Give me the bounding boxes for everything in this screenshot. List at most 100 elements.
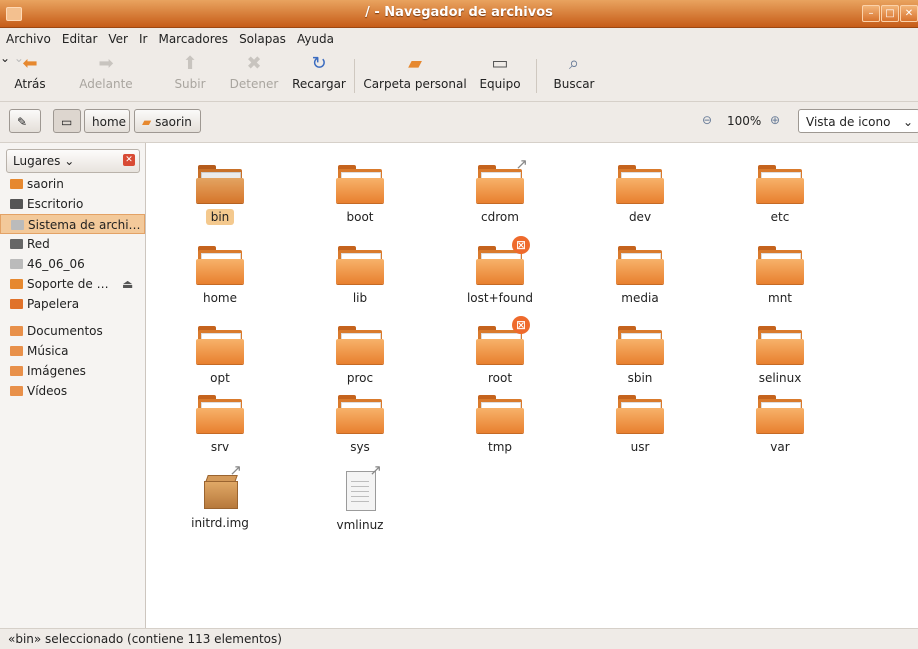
home-folder-icon: ▰: [408, 53, 422, 74]
zoom-level[interactable]: 100%: [727, 114, 761, 128]
file-label: selinux: [758, 371, 802, 385]
file-item[interactable]: sbin: [580, 326, 700, 386]
file-item[interactable]: selinux: [720, 326, 840, 386]
forward-arrow-icon: ➡: [98, 53, 114, 74]
file-label: root: [487, 371, 513, 385]
status-bar: «bin» seleccionado (contiene 113 element…: [0, 628, 918, 648]
stop-label: Detener: [229, 77, 279, 91]
file-item[interactable]: ↗ initrd.img: [160, 461, 280, 531]
chevron-down-icon: ⌄: [64, 154, 75, 168]
root-crumb-button[interactable]: ▭: [53, 109, 81, 133]
file-label: sbin: [627, 371, 653, 385]
file-item[interactable]: var: [720, 395, 840, 455]
sidebar-item-imagenes[interactable]: Imágenes: [0, 361, 145, 381]
symlink-emblem-icon: ↗: [369, 461, 382, 479]
stop-button[interactable]: ✖ Detener: [226, 54, 282, 92]
home-folder-label: Carpeta personal: [363, 77, 467, 91]
view-mode-label: Vista de icono: [806, 115, 891, 129]
folder-icon: [616, 165, 664, 203]
file-item[interactable]: media: [580, 246, 700, 306]
home-folder-button[interactable]: ▰ Carpeta personal: [362, 53, 468, 92]
close-button[interactable]: ✕: [900, 5, 918, 22]
sidebar-item-soporte[interactable]: Soporte de … ⏏: [0, 274, 145, 294]
crumb-home-button[interactable]: home: [84, 109, 130, 133]
close-sidebar-icon[interactable]: ✕: [123, 154, 135, 166]
file-item[interactable]: dev: [580, 165, 700, 225]
file-item[interactable]: proc: [300, 326, 420, 386]
file-item[interactable]: ⊠ lost+found: [440, 236, 560, 306]
file-label: mnt: [768, 291, 792, 305]
computer-button[interactable]: ▭ Equipo: [476, 53, 524, 92]
menu-solapas[interactable]: Solapas: [233, 28, 291, 46]
file-item[interactable]: opt: [160, 326, 280, 386]
reload-button[interactable]: ↻ Recargar: [290, 53, 348, 92]
menu-bar: Archivo Editar Ver Ir Marcadores Solapas Ayuda: [0, 28, 918, 50]
menu-ir[interactable]: Ir: [133, 28, 152, 46]
search-label: Buscar: [553, 77, 595, 91]
folder-icon: [336, 395, 384, 433]
file-label: srv: [210, 440, 230, 454]
menu-archivo[interactable]: Archivo: [0, 28, 56, 46]
menu-marcadores[interactable]: Marcadores: [152, 28, 233, 46]
folder-icon: [336, 246, 384, 284]
sidebar-item-red[interactable]: Red: [0, 234, 145, 254]
sidebar-item-filesystem[interactable]: Sistema de archi…: [0, 214, 145, 234]
up-arrow-icon: ⬆: [182, 53, 198, 74]
file-item[interactable]: etc: [720, 165, 840, 225]
zoom-in-icon[interactable]: ⊕: [770, 113, 780, 127]
zoom-out-icon[interactable]: ⊖: [702, 113, 712, 127]
folder-icon: [10, 346, 23, 356]
file-item[interactable]: srv: [160, 395, 280, 455]
file-label: bin: [205, 209, 235, 225]
window-title: / - Navegador de archivos: [365, 5, 553, 20]
file-label: lost+found: [466, 291, 534, 305]
no-access-emblem-icon: ⊠: [512, 236, 530, 254]
menu-ayuda[interactable]: Ayuda: [291, 28, 339, 46]
crumb-saorin-button[interactable]: ▰ saorin: [134, 109, 201, 133]
forward-button[interactable]: ➡ Adelante: [74, 53, 138, 92]
menu-ver[interactable]: Ver: [102, 28, 133, 46]
sidebar-header-dropdown[interactable]: Lugares ⌄ ✕: [6, 149, 140, 173]
sidebar-item-saorin[interactable]: saorin: [0, 174, 145, 194]
file-item[interactable]: ↗ vmlinuz: [300, 461, 420, 533]
toggle-location-entry-button[interactable]: ✎: [9, 109, 41, 133]
sidebar-item-46-06-06[interactable]: 46_06_06: [0, 254, 145, 274]
file-item[interactable]: home: [160, 246, 280, 306]
file-item[interactable]: bin: [160, 165, 280, 225]
icon-view[interactable]: bin boot ↗ cdrom dev etc home lib ⊠ lost…: [146, 143, 918, 628]
sidebar-item-escritorio[interactable]: Escritorio: [0, 194, 145, 214]
file-item[interactable]: sys: [300, 395, 420, 455]
edit-icon: ✎: [17, 115, 28, 129]
file-label: tmp: [487, 440, 512, 454]
eject-icon[interactable]: ⏏: [122, 274, 133, 294]
sidebar-item-papelera[interactable]: Papelera: [0, 294, 145, 314]
folder-icon: [476, 395, 524, 433]
up-label: Subir: [174, 77, 206, 91]
file-item[interactable]: usr: [580, 395, 700, 455]
minimize-button[interactable]: –: [862, 5, 880, 22]
file-item[interactable]: ↗ cdrom: [440, 155, 560, 225]
file-item[interactable]: tmp: [440, 395, 560, 455]
computer-icon: ▭: [491, 53, 509, 74]
forward-label: Adelante: [79, 77, 133, 91]
back-button[interactable]: ⬅ Atrás: [8, 54, 52, 92]
file-item[interactable]: boot: [300, 165, 420, 225]
sidebar-item-musica[interactable]: Música: [0, 341, 145, 361]
home-folder-icon: ▰: [142, 115, 152, 129]
sidebar-item-videos[interactable]: Vídeos: [0, 381, 145, 401]
toolbar-separator: [354, 59, 355, 93]
file-item[interactable]: ⊠ root: [440, 316, 560, 386]
sidebar-header-label: Lugares: [13, 154, 61, 168]
sidebar-item-documentos[interactable]: Documentos: [0, 321, 145, 341]
file-label: media: [621, 291, 659, 305]
folder-icon: [616, 326, 664, 364]
file-item[interactable]: lib: [300, 246, 420, 306]
maximize-button[interactable]: □: [881, 5, 899, 22]
computer-label: Equipo: [479, 77, 521, 91]
reload-icon: ↻: [311, 53, 327, 74]
search-button[interactable]: ⌕ Buscar: [548, 54, 600, 92]
up-button[interactable]: ⬆ Subir: [170, 53, 210, 92]
view-mode-select[interactable]: Vista de icono ⌄: [798, 109, 918, 133]
menu-editar[interactable]: Editar: [56, 28, 103, 46]
file-item[interactable]: mnt: [720, 246, 840, 306]
